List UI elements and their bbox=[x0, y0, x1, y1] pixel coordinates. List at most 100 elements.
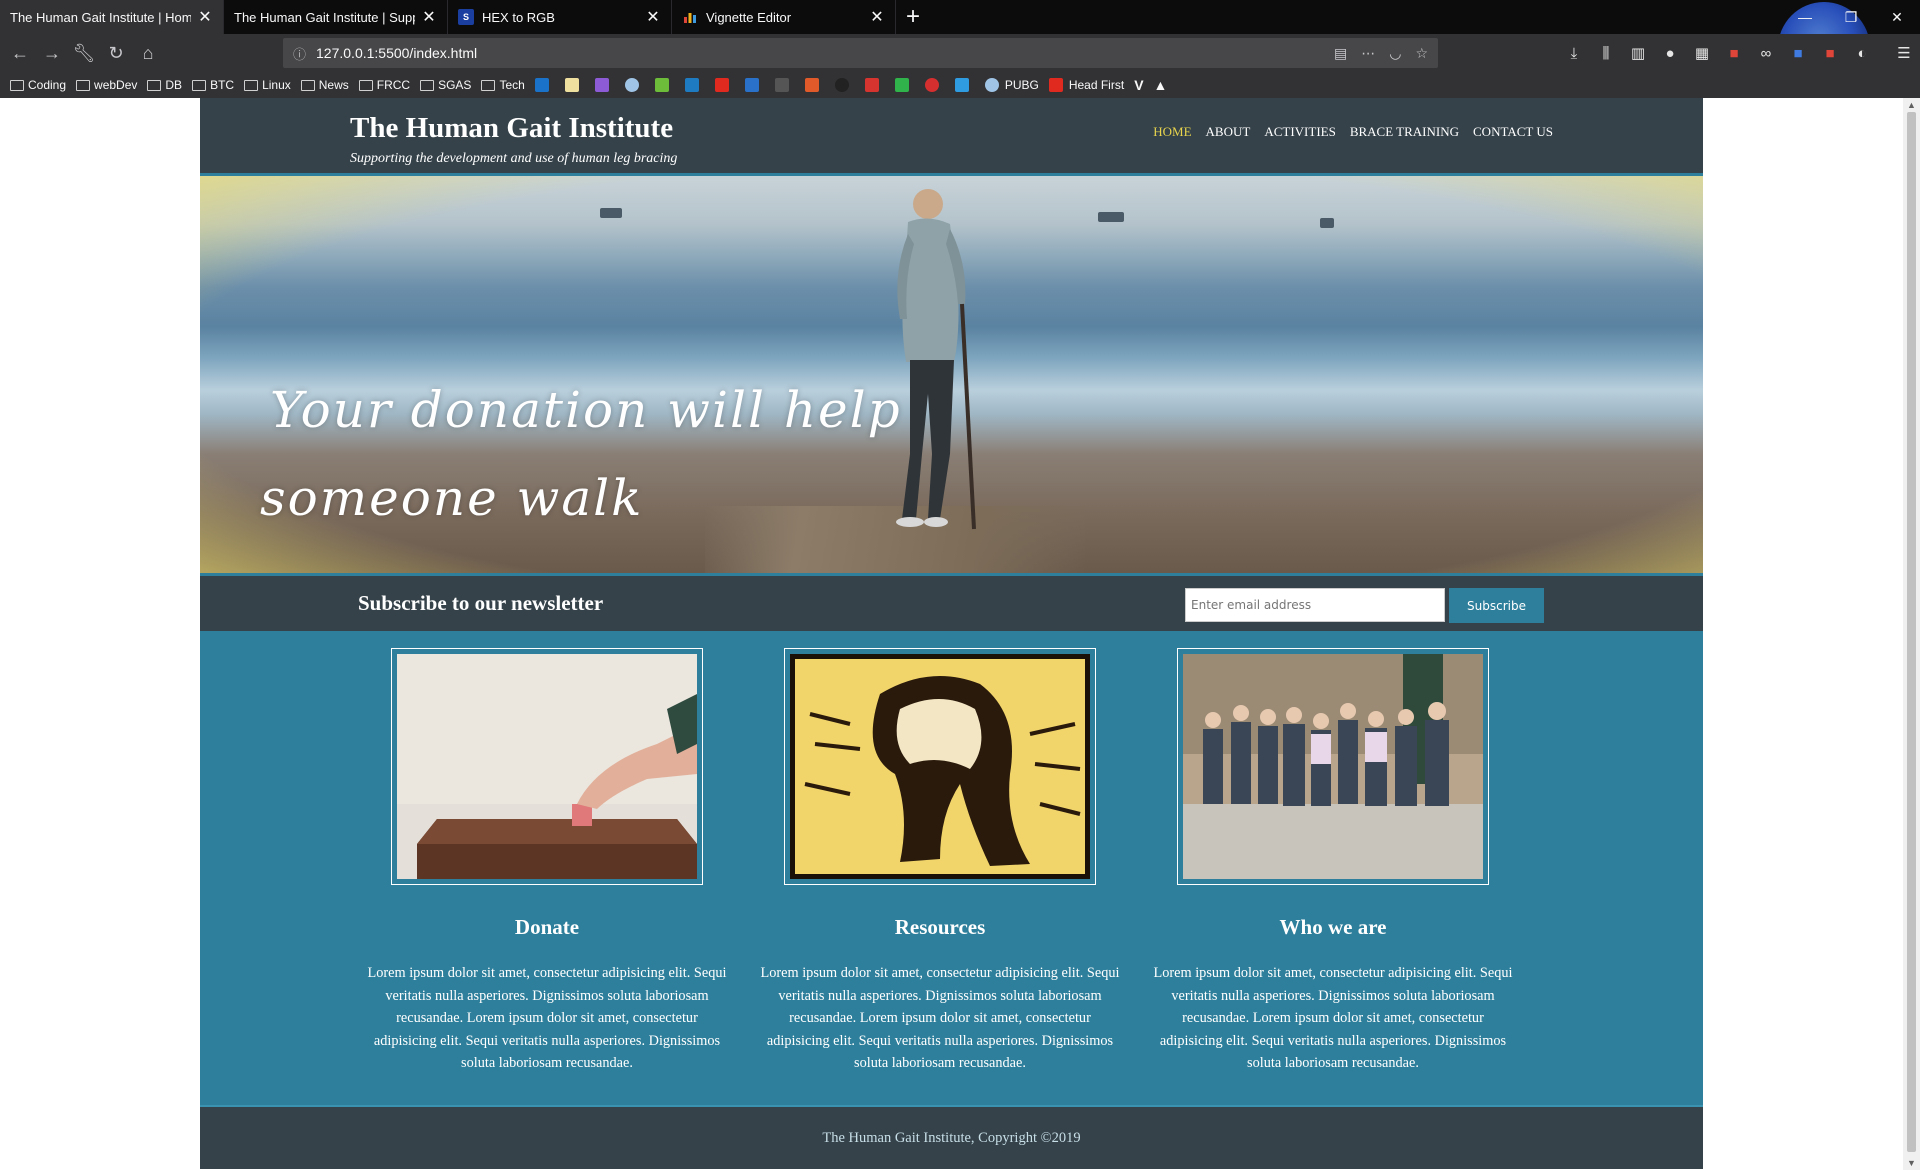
tab-home[interactable]: The Human Gait Institute | Home ✕ bbox=[0, 0, 224, 34]
box-title: Resources bbox=[894, 915, 986, 939]
feather-icon bbox=[774, 78, 789, 92]
extension-icon[interactable]: ■ bbox=[1814, 45, 1846, 62]
reader-view-icon[interactable]: ▤ bbox=[1334, 45, 1347, 62]
main-nav: Home About Activities Brace Training Con… bbox=[1153, 124, 1553, 140]
download-icon[interactable]: ⤓ bbox=[1558, 45, 1590, 62]
asterisk-icon bbox=[924, 78, 939, 92]
bookmark-folder[interactable]: BTC bbox=[192, 78, 234, 92]
more-actions-icon[interactable]: ⋯ bbox=[1361, 45, 1375, 62]
scroll-up-icon[interactable]: ▲ bbox=[1903, 100, 1920, 110]
bookmark-folder[interactable]: Linux bbox=[244, 78, 291, 92]
donation-box-image bbox=[397, 654, 697, 879]
android-icon bbox=[654, 78, 669, 92]
bookmark-folder[interactable]: Coding bbox=[10, 78, 66, 92]
account-icon[interactable]: ● bbox=[1654, 45, 1686, 62]
bookmark-r[interactable] bbox=[744, 78, 765, 92]
library-icon[interactable]: ⫼ bbox=[1590, 45, 1622, 62]
tab-vignette-editor[interactable]: Vignette Editor ✕ bbox=[672, 0, 896, 34]
bookmark-feather[interactable] bbox=[774, 78, 795, 92]
url-text[interactable]: 127.0.0.1:5500/index.html bbox=[316, 45, 477, 61]
close-icon[interactable]: ✕ bbox=[869, 7, 885, 27]
bookmark-steam[interactable] bbox=[624, 78, 645, 92]
close-icon[interactable]: ✕ bbox=[197, 7, 213, 27]
extension-icon[interactable]: ■ bbox=[1782, 45, 1814, 62]
bookmark-asterisk[interactable] bbox=[924, 78, 945, 92]
home-icon[interactable]: ⌂ bbox=[132, 37, 164, 69]
twitch-icon bbox=[594, 78, 609, 92]
ship-shape bbox=[1098, 212, 1124, 222]
info-icon[interactable]: ⓘ bbox=[293, 44, 306, 63]
email-input[interactable] bbox=[1185, 588, 1445, 622]
tab-support[interactable]: The Human Gait Institute | Support ✕ bbox=[224, 0, 448, 34]
adblock-icon[interactable]: ■ bbox=[1718, 45, 1750, 62]
bookmark-angular[interactable] bbox=[864, 78, 885, 92]
scroll-down-icon[interactable]: ▼ bbox=[1903, 1158, 1920, 1168]
site-title: The Human Gait Institute bbox=[350, 112, 674, 144]
bookmark-outlook[interactable] bbox=[534, 78, 555, 92]
extension-icon[interactable]: ◐ bbox=[1846, 45, 1878, 62]
menu-icon[interactable]: ☰ bbox=[1888, 44, 1920, 62]
bookmark-star-icon[interactable]: ☆ bbox=[1415, 45, 1428, 62]
bar-chart-icon bbox=[682, 9, 698, 25]
reload-icon[interactable]: ↻ bbox=[100, 37, 132, 69]
minimize-icon[interactable]: — bbox=[1782, 0, 1828, 34]
tab-hex-to-rgb[interactable]: S HEX to RGB ✕ bbox=[448, 0, 672, 34]
deezer-icon bbox=[894, 78, 909, 92]
hero-banner: Your donation will help someone walk bbox=[200, 176, 1703, 576]
feature-boxes: Donate Lorem ipsum dolor sit amet, conse… bbox=[200, 632, 1703, 1107]
new-tab-button[interactable]: + bbox=[896, 0, 930, 34]
bookmark-folder[interactable]: News bbox=[300, 78, 349, 92]
close-icon[interactable]: ✕ bbox=[421, 7, 437, 27]
extension-icon[interactable]: ∞ bbox=[1750, 45, 1782, 62]
bookmark-folder[interactable]: FRCC bbox=[358, 78, 410, 92]
bookmark-triangle[interactable]: ▲ bbox=[1154, 77, 1168, 93]
pocket-icon[interactable]: ◡ bbox=[1389, 45, 1401, 62]
bookmark-twitch[interactable] bbox=[594, 78, 615, 92]
bookmark-notes[interactable] bbox=[564, 78, 585, 92]
bookmark-deezer[interactable] bbox=[894, 78, 915, 92]
scroll-thumb[interactable] bbox=[1907, 112, 1916, 1152]
hero-tagline: Your donation will help someone walk bbox=[260, 366, 910, 542]
copyright-text: The Human Gait Institute, Copyright ©201… bbox=[822, 1130, 1081, 1146]
folder-icon bbox=[192, 79, 207, 91]
tab-strip: The Human Gait Institute | Home ✕ The Hu… bbox=[0, 0, 1920, 94]
nav-contact-us[interactable]: Contact Us bbox=[1473, 124, 1553, 140]
extension-icon[interactable]: ▦ bbox=[1686, 44, 1718, 62]
nav-activities[interactable]: Activities bbox=[1264, 124, 1336, 140]
close-icon[interactable]: ✕ bbox=[645, 7, 661, 27]
bookmark-folder[interactable]: webDev bbox=[76, 78, 137, 92]
notes-icon bbox=[564, 78, 579, 92]
nav-home[interactable]: Home bbox=[1153, 124, 1191, 140]
bookmark-folder[interactable]: SGAS bbox=[420, 78, 471, 92]
bookmark-pubg[interactable]: PUBG bbox=[984, 78, 1039, 92]
folder-icon bbox=[358, 79, 373, 91]
bookmark-linkedin[interactable] bbox=[684, 78, 705, 92]
box-image-frame bbox=[1177, 648, 1489, 885]
site-subtitle: Supporting the development and use of hu… bbox=[350, 151, 678, 166]
wrench-icon[interactable]: 🔧︎ bbox=[68, 37, 100, 69]
bookmark-folder[interactable]: DB bbox=[147, 78, 182, 92]
maximize-icon[interactable]: ❐ bbox=[1828, 0, 1874, 34]
forward-icon[interactable]: → bbox=[36, 37, 68, 69]
bookmark-head-first[interactable]: Head First bbox=[1048, 78, 1124, 92]
bookmark-v[interactable]: V bbox=[1134, 77, 1143, 93]
bookmark-folder[interactable]: Tech bbox=[481, 78, 525, 92]
folder-icon bbox=[420, 79, 435, 91]
bookmark-twitter[interactable] bbox=[954, 78, 975, 92]
nav-about[interactable]: About bbox=[1206, 124, 1251, 140]
url-bar[interactable]: ⓘ 127.0.0.1:5500/index.html ▤ ⋯ ◡ ☆ bbox=[283, 38, 1438, 68]
sans-tools-icon: S bbox=[458, 9, 474, 25]
page-scrollbar[interactable]: ▲ ▼ bbox=[1903, 98, 1920, 1170]
bookmark-youtube[interactable] bbox=[714, 78, 735, 92]
bookmark-github[interactable] bbox=[834, 78, 855, 92]
sidebar-icon[interactable]: ▥ bbox=[1622, 44, 1654, 62]
reddit-icon bbox=[804, 78, 819, 92]
bookmark-reddit[interactable] bbox=[804, 78, 825, 92]
nav-brace-training[interactable]: Brace Training bbox=[1350, 124, 1459, 140]
close-window-icon[interactable]: ✕ bbox=[1874, 0, 1920, 34]
steam-icon bbox=[624, 78, 639, 92]
back-icon[interactable]: ← bbox=[4, 37, 36, 69]
outlook-icon bbox=[534, 78, 549, 92]
bookmark-android[interactable] bbox=[654, 78, 675, 92]
subscribe-button[interactable]: Subscribe bbox=[1449, 588, 1544, 623]
